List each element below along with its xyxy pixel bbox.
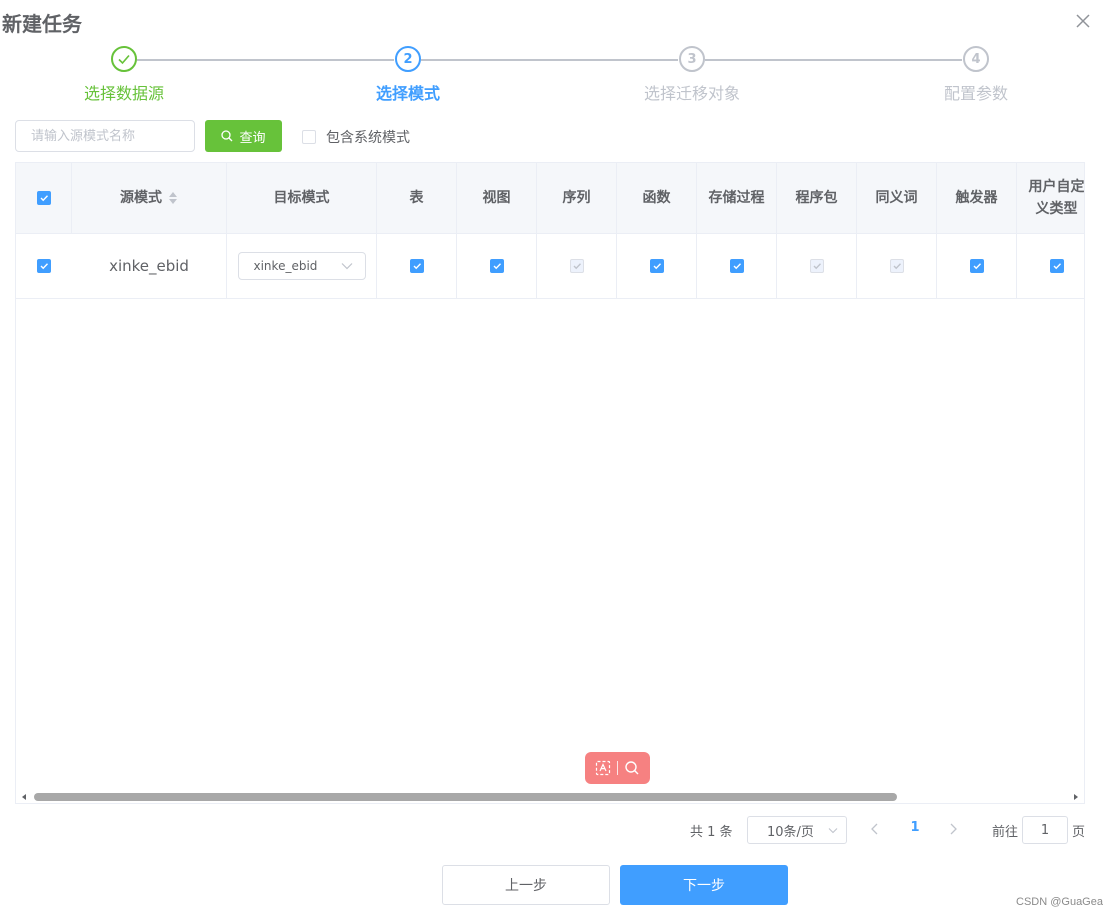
table-header: 源模式 目标模式 表 视图 序列 函数 存储过程 程序包 同义词 触发器 用户自… (16, 163, 1085, 234)
function-checkbox-cell[interactable] (617, 234, 697, 298)
query-label: 查询 (239, 130, 266, 146)
dialog-title: 新建任务 (2, 12, 82, 36)
udt-checkbox-cell[interactable] (1017, 234, 1084, 298)
checkbox[interactable] (409, 259, 424, 273)
page-suffix: 页 (1072, 825, 1086, 840)
column-sequence: 序列 (537, 163, 617, 233)
checkbox-disabled (809, 259, 824, 273)
schema-table: 源模式 目标模式 表 视图 序列 函数 存储过程 程序包 同义词 触发器 用户自… (15, 162, 1085, 804)
procedure-checkbox-cell[interactable] (697, 234, 777, 298)
column-synonym: 同义词 (857, 163, 937, 233)
step-number: 2 (395, 46, 421, 72)
header-select-all[interactable] (16, 163, 72, 233)
step-select-schema: 2 选择模式 (308, 46, 508, 104)
watermark: CSDN @GuaGea (1016, 896, 1103, 908)
page-size-select[interactable]: 10条/页 (747, 816, 847, 844)
check-icon (111, 46, 137, 72)
trigger-checkbox-cell[interactable] (937, 234, 1017, 298)
step-number: 3 (679, 46, 705, 72)
step-label: 选择迁移对象 (643, 84, 740, 103)
column-source-schema[interactable]: 源模式 (72, 163, 227, 233)
column-target-schema: 目标模式 (227, 163, 377, 233)
goto-page-input[interactable] (1022, 816, 1068, 844)
scroll-left-icon[interactable] (19, 792, 29, 802)
step-number: 4 (963, 46, 989, 72)
column-label: 源模式 (120, 190, 162, 206)
page-size-value: 10条/页 (767, 824, 814, 840)
checkbox[interactable] (649, 259, 664, 273)
checkbox[interactable] (37, 259, 51, 273)
sort-icon[interactable] (168, 191, 178, 205)
checkbox-disabled (889, 259, 904, 273)
target-schema-value: xinke_ebid (253, 259, 318, 273)
scroll-right-icon[interactable] (1071, 792, 1081, 802)
table-row[interactable]: xinke_ebid xinke_ebid (16, 234, 1084, 299)
next-step-button[interactable]: 下一步 (620, 865, 788, 905)
prev-page-icon[interactable] (868, 822, 882, 836)
search-input[interactable] (15, 120, 195, 152)
column-procedure: 存储过程 (697, 163, 777, 233)
table-checkbox-cell[interactable] (377, 234, 457, 298)
synonym-checkbox-cell (857, 234, 937, 298)
close-icon[interactable] (1073, 11, 1093, 31)
package-checkbox-cell (777, 234, 857, 298)
chevron-down-icon (341, 263, 352, 270)
row-select[interactable] (16, 234, 72, 298)
checkbox-disabled (569, 259, 584, 273)
horizontal-scrollbar[interactable] (16, 790, 1084, 803)
pagination: 共 1 条 10条/页 1 前往 页 (0, 816, 1115, 844)
step-label: 选择数据源 (83, 84, 164, 103)
steps-bar: 选择数据源 2 选择模式 3 选择迁移对象 4 配置参数 (0, 46, 1115, 106)
step-label: 配置参数 (943, 84, 1008, 103)
checkbox[interactable] (729, 259, 744, 273)
step-select-objects: 3 选择迁移对象 (592, 46, 792, 104)
target-schema-cell: xinke_ebid (227, 234, 377, 298)
checkbox[interactable] (1049, 259, 1064, 273)
separator (617, 761, 618, 775)
column-table: 表 (377, 163, 457, 233)
step-config-params: 4 配置参数 (876, 46, 1076, 104)
query-button[interactable]: 查询 (205, 120, 282, 152)
total-count: 共 1 条 (690, 825, 733, 840)
floating-tool[interactable] (585, 752, 650, 784)
step-label: 选择模式 (375, 84, 440, 103)
view-checkbox-cell[interactable] (457, 234, 537, 298)
translate-icon[interactable] (595, 760, 611, 776)
target-schema-select[interactable]: xinke_ebid (237, 252, 366, 280)
include-system-label: 包含系统模式 (326, 130, 410, 146)
column-label: 用户自定 (1028, 179, 1085, 195)
include-system-checkbox[interactable]: 包含系统模式 (302, 127, 410, 147)
checkbox[interactable] (969, 259, 984, 273)
checkbox[interactable] (36, 191, 51, 205)
prev-step-button[interactable]: 上一步 (442, 865, 610, 905)
column-udt: 用户自定 义类型 (1017, 163, 1085, 233)
column-trigger: 触发器 (937, 163, 1017, 233)
search-icon[interactable] (624, 760, 640, 776)
step-select-datasource: 选择数据源 (24, 46, 224, 104)
column-label: 义类型 (1035, 201, 1078, 217)
column-function: 函数 (617, 163, 697, 233)
checkbox[interactable] (489, 259, 504, 273)
next-page-icon[interactable] (946, 822, 960, 836)
source-schema-cell: xinke_ebid (72, 234, 227, 298)
checkbox[interactable] (302, 130, 316, 144)
goto-label: 前往 (992, 825, 1019, 840)
column-view: 视图 (457, 163, 537, 233)
sequence-checkbox-cell (537, 234, 617, 298)
scrollbar-thumb[interactable] (34, 793, 897, 801)
search-icon (221, 130, 233, 142)
column-package: 程序包 (777, 163, 857, 233)
chevron-down-icon (828, 827, 838, 833)
page-number[interactable]: 1 (905, 820, 925, 835)
